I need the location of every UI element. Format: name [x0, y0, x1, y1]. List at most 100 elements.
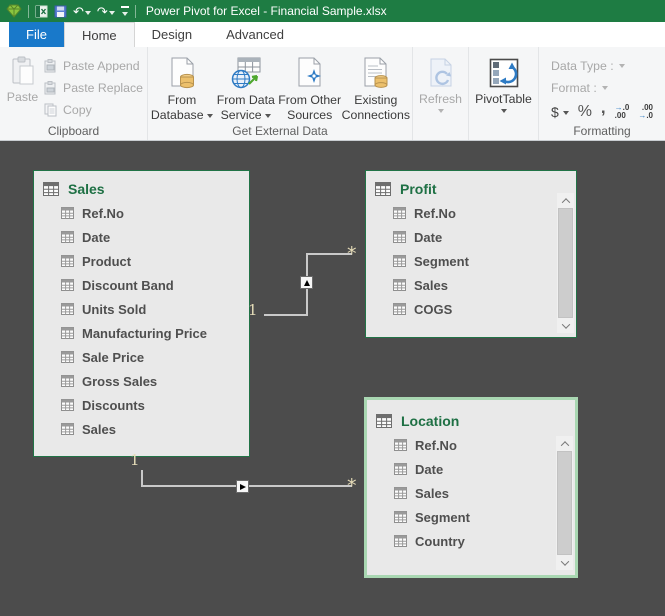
table-field-row[interactable]: Discounts	[34, 393, 249, 417]
diagram-table-location[interactable]: Location Ref.No Date Sales Segment Country	[364, 397, 578, 578]
tab-file[interactable]: File	[9, 22, 64, 47]
paste-icon	[9, 55, 37, 87]
scroll-up-icon[interactable]	[557, 193, 574, 208]
table-field-row[interactable]: Date	[34, 225, 249, 249]
ribbon-group-get-external-data: From Database From Data Service From Oth…	[148, 47, 413, 140]
field-table-icon	[393, 231, 406, 243]
field-label: Date	[415, 462, 443, 477]
table-field-row[interactable]: COGS	[366, 297, 576, 321]
pivottable-button[interactable]: PivotTable	[475, 47, 532, 140]
field-label: Product	[82, 254, 131, 269]
table-field-row[interactable]: Sale Price	[34, 345, 249, 369]
field-table-icon	[393, 207, 406, 219]
table-field-row[interactable]: Sales	[34, 417, 249, 441]
paste-replace-button[interactable]: Paste Replace	[43, 79, 143, 96]
from-other-sources-icon	[294, 53, 326, 93]
table-name: Location	[401, 413, 459, 429]
filter-direction-up-icon[interactable]	[300, 276, 313, 289]
tab-home[interactable]: Home	[64, 22, 135, 47]
table-field-row[interactable]: Units Sold	[34, 297, 249, 321]
field-label: Ref.No	[414, 206, 456, 221]
from-data-service-label-2: Service	[221, 108, 262, 122]
field-label: Ref.No	[82, 206, 124, 221]
field-table-icon	[61, 399, 74, 411]
field-table-icon	[61, 255, 74, 267]
table-field-row[interactable]: Date	[367, 457, 575, 481]
paste-append-button[interactable]: Paste Append	[43, 57, 143, 74]
percent-format-button[interactable]: %	[578, 103, 592, 121]
field-table-icon	[61, 279, 74, 291]
table-field-row[interactable]: Manufacturing Price	[34, 321, 249, 345]
from-other-sources-label-2: Sources	[287, 108, 332, 123]
window-title: Power Pivot for Excel - Financial Sample…	[146, 4, 387, 18]
diagram-table-profit[interactable]: Profit Ref.No Date SegmentSalesCOGS	[365, 170, 577, 338]
undo-dropdown-icon[interactable]	[85, 11, 91, 15]
field-table-icon	[393, 279, 406, 291]
formatting-group-label: Formatting	[539, 124, 665, 138]
table-field-row[interactable]: Sales	[367, 481, 575, 505]
table-field-row[interactable]: Ref.No	[366, 201, 576, 225]
titlebar-separator	[135, 5, 136, 18]
pivottable-icon	[489, 54, 519, 92]
table-header-profit[interactable]: Profit	[366, 171, 576, 201]
table-field-row[interactable]: Ref.No	[34, 201, 249, 225]
field-table-icon	[394, 439, 407, 451]
table-field-row[interactable]: Discount Band	[34, 273, 249, 297]
ribbon-group-clipboard: Paste Paste Append Paste Replace Copy Cl…	[0, 47, 148, 140]
tab-design[interactable]: Design	[135, 22, 209, 47]
powerpivot-logo-icon	[6, 4, 22, 18]
relationship-line[interactable]	[306, 253, 352, 255]
field-table-icon	[61, 303, 74, 315]
field-label: Discounts	[82, 398, 145, 413]
table-field-row[interactable]: Product	[34, 249, 249, 273]
table-field-row[interactable]: Sales	[366, 273, 576, 297]
table-field-row[interactable]: Ref.No	[367, 433, 575, 457]
field-label: Units Sold	[82, 302, 146, 317]
thousands-separator-button[interactable]: ,	[601, 98, 606, 118]
redo-icon[interactable]: ↷	[97, 5, 115, 18]
table-field-row[interactable]: Date	[366, 225, 576, 249]
increase-decimal-button[interactable]: →.0 .00	[615, 104, 630, 120]
table-field-row[interactable]: Segment	[366, 249, 576, 273]
table-field-row[interactable]: Gross Sales	[34, 369, 249, 393]
scroll-down-icon[interactable]	[557, 318, 574, 333]
diagram-table-sales[interactable]: Sales Ref.No Date Product Discount Band Unit…	[33, 170, 250, 457]
currency-format-button[interactable]: $	[551, 104, 569, 120]
from-database-label-1: From	[168, 93, 197, 108]
format-dropdown-icon[interactable]	[602, 86, 608, 90]
field-list-profit: Ref.No Date SegmentSalesCOGS	[366, 201, 576, 321]
paste-replace-label: Paste Replace	[63, 81, 143, 95]
tab-advanced[interactable]: Advanced	[209, 22, 301, 47]
table-field-row[interactable]: Country	[367, 529, 575, 553]
location-scrollbar[interactable]	[556, 436, 573, 570]
diagram-view[interactable]: Sales Ref.No Date Product Discount Band Unit…	[0, 141, 665, 616]
profit-scrollbar[interactable]	[557, 193, 574, 333]
ribbon-group-formatting: Data Type : Format : $ % , →.0 .00 .00 →…	[539, 47, 665, 140]
field-label: Date	[414, 230, 442, 245]
scroll-down-icon[interactable]	[556, 555, 573, 570]
table-field-row[interactable]: Segment	[367, 505, 575, 529]
field-label: Discount Band	[82, 278, 174, 293]
undo-icon[interactable]: ↶	[73, 5, 91, 18]
dollar-icon: $	[551, 104, 559, 120]
copy-button[interactable]: Copy	[43, 101, 143, 118]
paste-append-icon	[43, 58, 58, 73]
scrollbar-thumb[interactable]	[557, 451, 572, 555]
redo-dropdown-icon[interactable]	[109, 11, 115, 15]
field-label: Date	[82, 230, 110, 245]
cardinality-one-label: 1	[130, 451, 140, 469]
field-label: Segment	[415, 510, 470, 525]
save-icon[interactable]	[54, 5, 67, 18]
table-header-location[interactable]: Location	[367, 400, 575, 433]
quick-access-toolbar-dropdown-icon[interactable]	[121, 6, 129, 16]
format-label: Format :	[551, 81, 597, 95]
table-name: Sales	[68, 181, 105, 197]
scroll-up-icon[interactable]	[556, 436, 573, 451]
decrease-decimal-button[interactable]: .00 →.0	[638, 104, 653, 120]
table-header-sales[interactable]: Sales	[34, 171, 249, 201]
relationship-line[interactable]	[264, 314, 308, 316]
data-type-dropdown-icon[interactable]	[619, 64, 625, 68]
filter-direction-right-icon[interactable]	[236, 480, 249, 493]
refresh-button[interactable]: Refresh	[419, 47, 462, 140]
scrollbar-thumb[interactable]	[558, 208, 573, 318]
